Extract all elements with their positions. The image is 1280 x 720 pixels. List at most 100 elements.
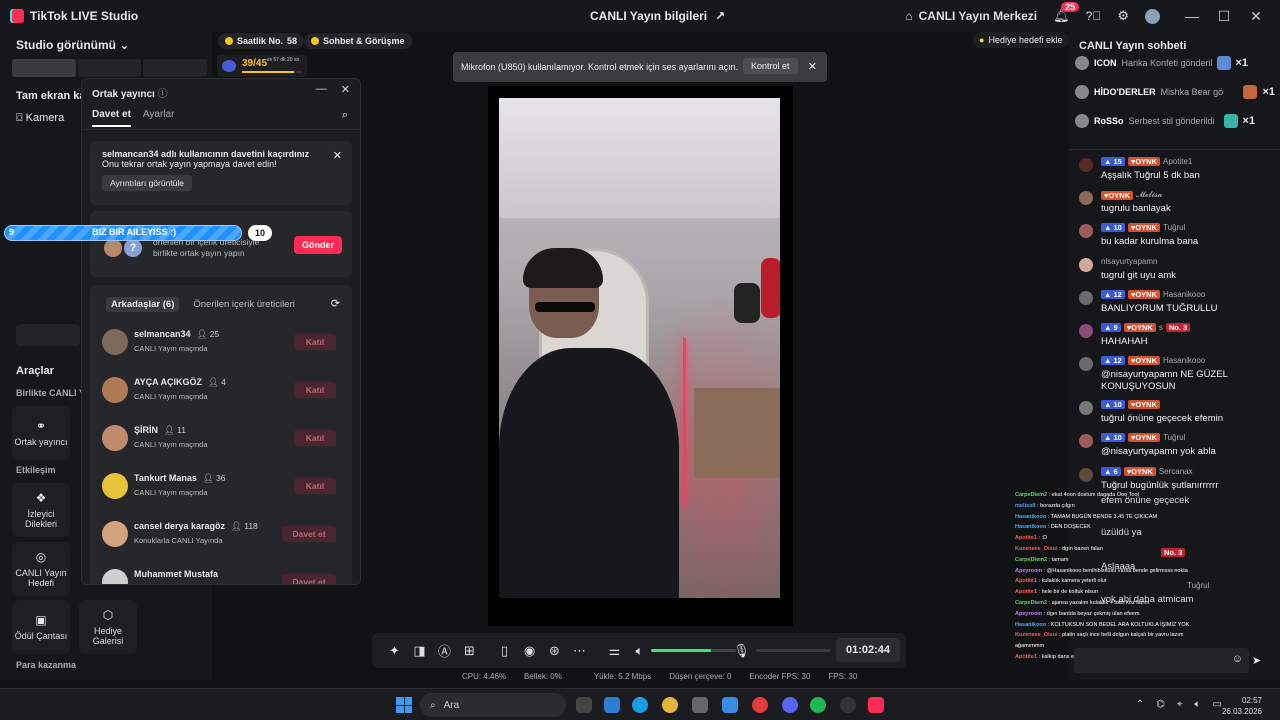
camera-source[interactable]: ⌼ Kamera [16,112,64,125]
send-icon[interactable]: ➤ [1252,654,1261,667]
viewer-requests-button[interactable]: ❖ İzleyici Dilekleri [12,483,70,537]
rank-badge: No. 3 [1165,323,1191,332]
chevron-up-icon[interactable]: ⌃ [1136,699,1144,710]
chat-username[interactable]: nisayurtyapamn [1101,257,1157,266]
chat-text: Tuğrul bugünlük şutlanırrrrrr [1101,480,1219,491]
taskbar-search[interactable]: ⌕ Ara [420,693,566,717]
chat-input[interactable]: ☺ [1074,648,1249,673]
battery-icon[interactable]: ▭ [1213,699,1222,710]
chat-username[interactable]: Apotite1 [1163,157,1192,166]
overlay-username: Apeyroom [1015,610,1043,617]
overlay-username: Apotite1 [1015,589,1037,596]
phone-icon[interactable]: ▯ [492,643,517,659]
tab-friends[interactable]: Arkadaşlar (6) [106,297,180,312]
magic-icon[interactable]: ✦ [382,643,407,659]
check-settings-button[interactable]: Kontrol et [743,58,798,74]
friend-action-button[interactable]: Katıl [294,334,336,350]
chat-meet-chip[interactable]: Sohbet & Görüşme [304,33,412,49]
chat-username[interactable]: Hasanikooo [1163,290,1205,299]
app-icon[interactable] [692,697,708,713]
close-button[interactable]: ✕ [1240,8,1272,25]
gift-gallery-button[interactable]: ⬡ Hediye Galerisi [79,600,137,654]
portrait-layout-button[interactable] [12,59,76,77]
settings-button[interactable]: ⚙ [1117,8,1129,24]
add-source-button[interactable] [16,324,80,346]
volume-icon[interactable]: 🔈︎ [1195,699,1201,710]
notification-button[interactable]: 🔔︎ 25 [1053,2,1080,24]
multi-layout-button[interactable] [143,59,208,77]
hourly-rank-chip[interactable]: Saatlik No. 58 [218,33,305,49]
maximize-button[interactable]: ☐ [1208,8,1240,25]
chat-username[interactable]: Tuğrul [1163,223,1185,232]
edge-icon[interactable] [632,697,648,713]
chat-username[interactable]: Sercanax [1159,467,1193,476]
camera-preview[interactable] [499,98,780,598]
friend-action-button[interactable]: Davet et [282,574,336,584]
reward-bag-button[interactable]: ▣ Ödül Çantası [12,600,70,654]
hourly-progress-card[interactable]: 39/45 ss 57 dk 20 sn [217,55,307,77]
mic-icon[interactable]: 🎙︎ [729,643,754,659]
live-info-button[interactable]: CANLI Yayın bilgileri ↗ [590,9,725,23]
avatar [1079,401,1093,415]
landscape-layout-button[interactable] [77,59,142,77]
close-icon[interactable]: ✕ [333,149,342,162]
location-icon[interactable]: ⌖ [1177,699,1183,710]
studio-view-dropdown[interactable]: Studio görünümü ⌄ [16,38,129,52]
outlook-icon[interactable] [604,697,620,713]
add-media-icon[interactable]: ⊞ [457,643,482,659]
emoji-icon[interactable]: ☺ [1232,653,1243,665]
view-details-button[interactable]: Ayrıntıları görüntüle [102,175,193,191]
tab-invite[interactable]: Davet et [92,109,131,127]
close-icon[interactable]: ✕ [808,60,817,73]
record-icon[interactable]: ◉ [517,643,542,659]
media-player-icon[interactable] [752,697,768,713]
chat-username[interactable]: Hasanikooo [1163,356,1205,365]
link-icon: ⚭ [35,419,47,433]
friend-action-button[interactable]: Katıl [294,478,336,494]
fan-badge: ♥OYNK [1127,223,1160,232]
friend-action-button[interactable]: Davet et [282,526,336,542]
live-center-button[interactable]: ⌂ CANLI Yayın Merkezi [905,9,1037,23]
send-button[interactable]: Gönder [293,236,342,254]
chat-username[interactable]: 𝓜𝓮𝓵𝓲𝓼𝓪 [1136,190,1162,200]
chat-username[interactable]: s [1159,323,1163,332]
replay-icon[interactable]: ⊛ [542,643,567,659]
tiktok-studio-icon[interactable] [868,697,884,713]
help-button[interactable]: ?⃝ [1086,9,1102,23]
minimize-dialog-icon[interactable]: — [316,83,327,96]
spotify-icon[interactable] [810,697,826,713]
clock[interactable]: 02:57 26.03.2026 [1222,695,1262,717]
tab-suggested[interactable]: Önerilen içerik üreticileri [193,297,294,312]
windows-start-icon[interactable] [396,697,412,713]
friend-row: AYÇA AÇIKGÖZ 👤︎ 4 CANLI Yayın maçında Katıl [102,371,342,411]
network-icon[interactable]: ⌬ [1156,699,1165,710]
chat-username[interactable]: Tuğrul [1163,433,1185,442]
volume-icon[interactable]: 🔈︎ [627,643,652,659]
obs-icon[interactable] [840,697,856,713]
profile-avatar[interactable] [1145,8,1160,24]
cohost-tool-button[interactable]: ⚭ Ortak yayıncı [12,406,70,460]
add-gift-goal-button[interactable]: ● Hediye hedefi ekle [973,32,1069,48]
close-dialog-icon[interactable]: ✕ [341,83,350,96]
friend-action-button[interactable]: Katıl [294,430,336,446]
friend-action-button[interactable]: Katıl [294,382,336,398]
refresh-icon[interactable]: ⟳ [331,297,340,310]
more-icon[interactable]: ⋯ [567,643,592,659]
file-explorer-icon[interactable] [576,697,592,713]
discord-icon[interactable] [782,697,798,713]
ai-icon[interactable]: Ⓐ [432,641,457,660]
overlay-username: CarpeDiem2 [1015,556,1048,563]
copilot-icon[interactable] [722,697,738,713]
volume-slider[interactable] [651,649,736,652]
effects-icon[interactable]: ◨ [407,643,432,659]
preview-punching-bag [734,283,760,323]
live-goal-button[interactable]: ◎ CANLI Yayın Hedefi [12,542,70,596]
fan-badge: ♥OYNK [1123,323,1156,332]
minimize-button[interactable]: — [1176,8,1208,24]
search-icon[interactable]: ⌕ [342,109,348,122]
mic-slider[interactable] [756,649,831,652]
tab-divider [82,129,360,130]
mixer-icon[interactable]: ⚌ [602,643,627,659]
chrome-icon[interactable] [662,697,678,713]
tab-settings[interactable]: Ayarlar [143,109,175,127]
